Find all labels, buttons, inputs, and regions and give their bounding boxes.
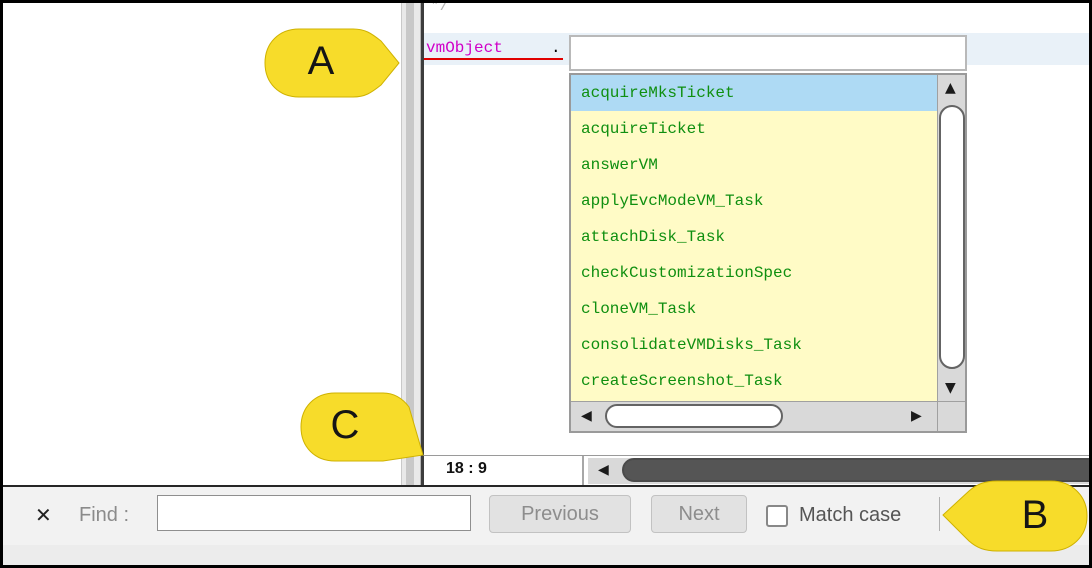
autocomplete-item[interactable]: checkCustomizationSpec	[571, 255, 939, 291]
cursor-position: 18 : 9	[446, 460, 487, 477]
scroll-left-icon[interactable]: ◀	[598, 463, 609, 477]
autocomplete-item[interactable]: createScreenshot_Task	[571, 363, 939, 399]
callout-b: B	[939, 477, 1089, 555]
autocomplete-popup[interactable]: acquireMksTicket acquireTicket answerVM …	[569, 73, 967, 433]
autocomplete-item[interactable]: acquireTicket	[571, 111, 939, 147]
autocomplete-item-selected[interactable]: acquireMksTicket	[571, 75, 939, 111]
previous-button[interactable]: Previous	[489, 495, 631, 533]
autocomplete-item[interactable]: answerVM	[571, 147, 939, 183]
scroll-down-icon[interactable]: ▼	[945, 381, 956, 395]
callout-c-letter: C	[330, 403, 360, 447]
callout-a: A	[261, 25, 401, 101]
next-button[interactable]: Next	[651, 495, 747, 533]
previous-code-line: */	[430, 0, 450, 15]
match-case-label[interactable]: Match case	[799, 504, 901, 527]
find-bar: ✕ Find : Previous Next Match case	[3, 485, 1089, 545]
find-input[interactable]	[157, 495, 471, 531]
bottom-strip	[3, 545, 1089, 565]
error-underline	[424, 58, 563, 60]
autocomplete-horizontal-scrollbar[interactable]: ◀ ▶	[571, 401, 939, 431]
close-icon[interactable]: ✕	[35, 505, 52, 525]
scroll-up-icon[interactable]: ▲	[945, 81, 956, 95]
vertical-scroll-thumb[interactable]	[939, 105, 965, 369]
callout-a-letter: A	[307, 39, 335, 83]
autocomplete-item[interactable]: attachDisk_Task	[571, 219, 939, 255]
autocomplete-list[interactable]: acquireMksTicket acquireTicket answerVM …	[571, 75, 939, 401]
callout-b-letter: B	[1021, 493, 1049, 537]
autocomplete-item[interactable]: applyEvcModeVM_Task	[571, 183, 939, 219]
autocomplete-filter-input[interactable]	[569, 35, 967, 71]
match-case-checkbox[interactable]	[766, 505, 788, 527]
scrollbar-corner	[937, 401, 965, 431]
screenshot-frame: */ vmObject . acquireMksTicket acquireTi…	[0, 0, 1092, 568]
autocomplete-item[interactable]: cloneVM_Task	[571, 291, 939, 327]
horizontal-scroll-thumb[interactable]	[605, 404, 783, 428]
scroll-left-icon[interactable]: ◀	[581, 409, 592, 423]
scroll-right-icon[interactable]: ▶	[911, 409, 922, 423]
code-object-token[interactable]: vmObject	[426, 39, 503, 57]
status-divider	[582, 456, 584, 486]
code-dot-token: .	[551, 39, 561, 57]
find-label: Find :	[79, 504, 130, 526]
autocomplete-item[interactable]: consolidateVMDisks_Task	[571, 327, 939, 363]
autocomplete-vertical-scrollbar[interactable]: ▲ ▼	[937, 75, 965, 401]
callout-c: C	[299, 389, 425, 465]
